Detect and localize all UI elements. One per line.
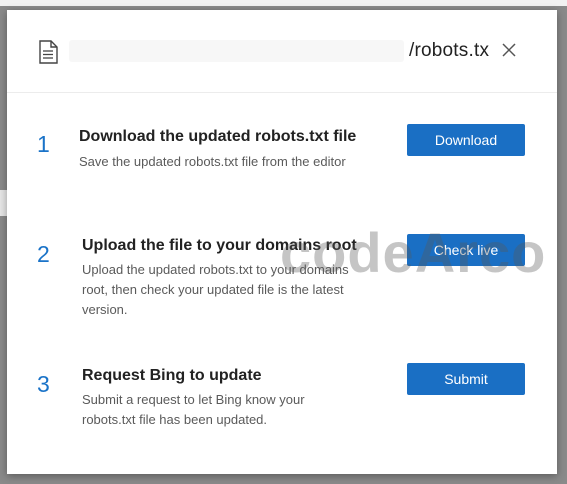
update-robots-dialog: /robots.tx 1 Download the updated robots… bbox=[7, 10, 557, 474]
dialog-header: /robots.tx bbox=[7, 10, 557, 93]
obscured-title-prefix bbox=[69, 40, 404, 62]
step-description: Submit a request to let Bing know your r… bbox=[82, 392, 305, 427]
background-page-strip bbox=[0, 190, 7, 216]
step-description: Save the updated robots.txt file from th… bbox=[79, 154, 346, 169]
step-number: 2 bbox=[37, 241, 50, 267]
background-page-strip bbox=[0, 0, 567, 6]
step-title: Request Bing to update bbox=[82, 367, 262, 384]
submit-button[interactable]: Submit bbox=[407, 363, 525, 395]
step-title: Download the updated robots.txt file bbox=[79, 128, 357, 145]
download-button[interactable]: Download bbox=[407, 124, 525, 156]
check-live-button[interactable]: Check live bbox=[407, 234, 525, 266]
step-number: 3 bbox=[37, 371, 50, 397]
close-button[interactable] bbox=[499, 40, 519, 60]
close-icon bbox=[502, 43, 516, 57]
step-number: 1 bbox=[37, 131, 50, 157]
step-description: Upload the updated robots.txt to your do… bbox=[82, 262, 349, 317]
dialog-title: /robots.tx bbox=[409, 40, 490, 61]
step-title: Upload the file to your domains root bbox=[82, 237, 357, 254]
document-icon bbox=[39, 40, 58, 64]
